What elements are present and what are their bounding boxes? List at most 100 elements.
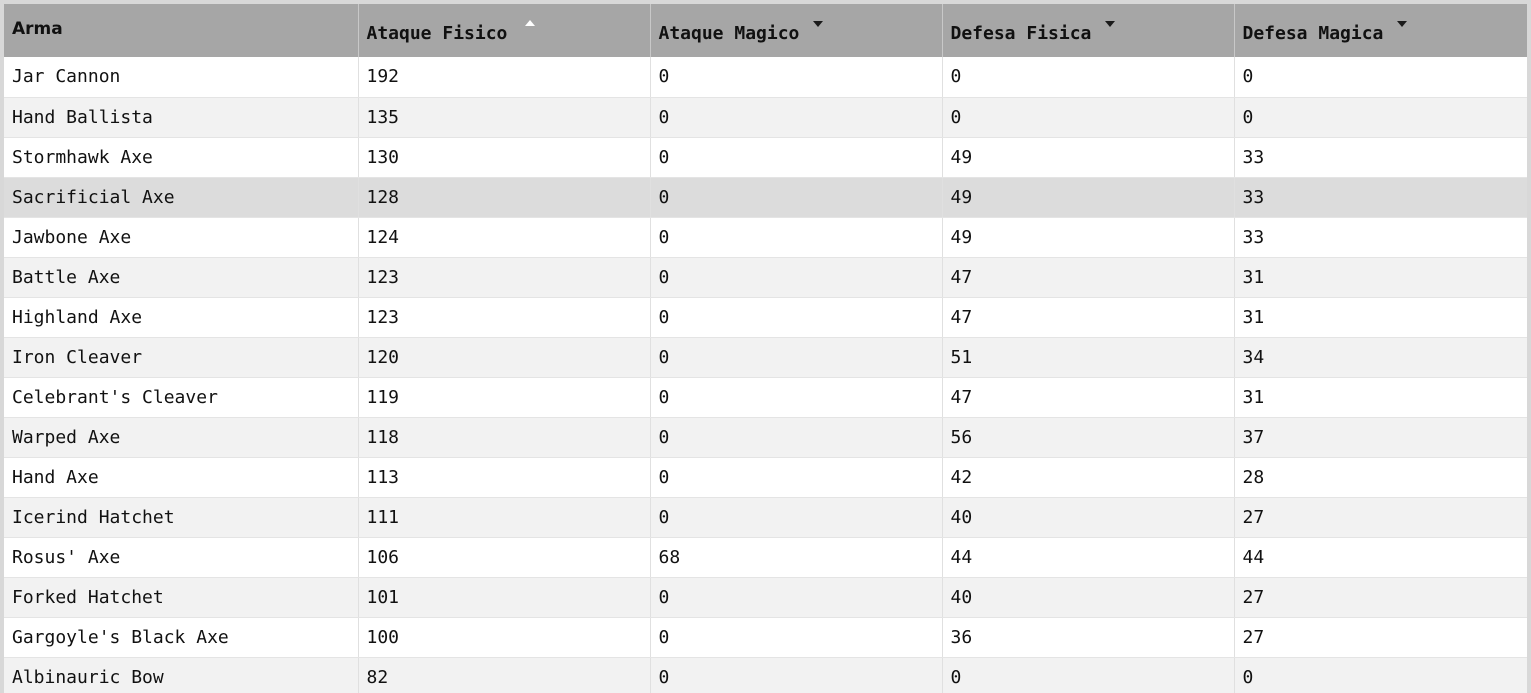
cell-arma: Warped Axe (4, 417, 359, 458)
cell-defesa-fisica: 49 (942, 217, 1235, 258)
table-row[interactable]: Hand Axe 113 0 42 28 (4, 457, 1527, 498)
cell-defesa-magica: 31 (1234, 257, 1527, 298)
cell-ataque-magico: 0 (650, 297, 943, 338)
cell-arma: Hand Axe (4, 457, 359, 498)
cell-defesa-fisica: 0 (942, 97, 1235, 138)
cell-arma: Sacrificial Axe (4, 177, 359, 218)
cell-ataque-fisico: 82 (358, 657, 651, 693)
cell-defesa-fisica: 40 (942, 577, 1235, 618)
cell-ataque-fisico: 123 (358, 297, 651, 338)
column-header-defesa-magica[interactable]: Defesa Magica (1234, 4, 1527, 57)
table-row[interactable]: Warped Axe 118 0 56 37 (4, 417, 1527, 458)
cell-ataque-fisico: 120 (358, 337, 651, 378)
cell-ataque-magico: 0 (650, 217, 943, 258)
table-row[interactable]: Highland Axe 123 0 47 31 (4, 297, 1527, 338)
table-row[interactable]: Stormhawk Axe 130 0 49 33 (4, 137, 1527, 178)
cell-defesa-magica: 44 (1234, 537, 1527, 578)
cell-ataque-magico: 0 (650, 377, 943, 418)
column-header-label: Ataque Fisico (366, 23, 508, 44)
sort-descending-icon[interactable] (1397, 21, 1408, 27)
column-header-label: Defesa Fisica (950, 23, 1092, 44)
cell-arma: Jawbone Axe (4, 217, 359, 258)
cell-defesa-fisica: 36 (942, 617, 1235, 658)
cell-arma: Battle Axe (4, 257, 359, 298)
cell-defesa-magica: 33 (1234, 217, 1527, 258)
cell-ataque-fisico: 135 (358, 97, 651, 138)
sort-descending-icon[interactable] (813, 21, 824, 27)
cell-ataque-fisico: 119 (358, 377, 651, 418)
cell-arma: Gargoyle's Black Axe (4, 617, 359, 658)
cell-defesa-fisica: 0 (942, 57, 1235, 98)
cell-ataque-magico: 0 (650, 457, 943, 498)
table-header-row: Arma Ataque Fisico Ataque Magico Defesa … (4, 4, 1527, 57)
cell-ataque-magico: 0 (650, 337, 943, 378)
cell-defesa-magica: 31 (1234, 297, 1527, 338)
cell-defesa-fisica: 47 (942, 297, 1235, 338)
column-header-label: Arma (12, 19, 63, 39)
table-row[interactable]: Icerind Hatchet 111 0 40 27 (4, 497, 1527, 538)
cell-arma: Hand Ballista (4, 97, 359, 138)
cell-defesa-fisica: 49 (942, 137, 1235, 178)
weapons-table-container: Arma Ataque Fisico Ataque Magico Defesa … (4, 4, 1527, 693)
table-row[interactable]: Jawbone Axe 124 0 49 33 (4, 217, 1527, 258)
cell-ataque-fisico: 100 (358, 617, 651, 658)
cell-defesa-fisica: 47 (942, 257, 1235, 298)
cell-ataque-magico: 0 (650, 97, 943, 138)
cell-ataque-magico: 0 (650, 177, 943, 218)
cell-ataque-magico: 0 (650, 497, 943, 538)
cell-arma: Albinauric Bow (4, 657, 359, 693)
table-row[interactable]: Battle Axe 123 0 47 31 (4, 257, 1527, 298)
column-header-arma[interactable]: Arma (4, 4, 359, 57)
column-header-ataque-magico[interactable]: Ataque Magico (650, 4, 943, 57)
cell-arma: Icerind Hatchet (4, 497, 359, 538)
cell-defesa-magica: 37 (1234, 417, 1527, 458)
sort-descending-icon[interactable] (1105, 21, 1116, 27)
table-body: Jar Cannon 192 0 0 0 Hand Ballista 135 0 0 0 Storm… (4, 57, 1527, 693)
cell-ataque-magico: 0 (650, 417, 943, 458)
cell-ataque-magico: 0 (650, 57, 943, 98)
cell-defesa-magica: 27 (1234, 617, 1527, 658)
cell-defesa-fisica: 0 (942, 657, 1235, 693)
column-header-ataque-fisico[interactable]: Ataque Fisico (358, 4, 651, 57)
cell-defesa-magica: 0 (1234, 97, 1527, 138)
cell-ataque-fisico: 101 (358, 577, 651, 618)
cell-defesa-magica: 33 (1234, 177, 1527, 218)
cell-arma: Celebrant's Cleaver (4, 377, 359, 418)
table-row[interactable]: Iron Cleaver 120 0 51 34 (4, 337, 1527, 378)
cell-arma: Iron Cleaver (4, 337, 359, 378)
table-row[interactable]: Rosus' Axe 106 68 44 44 (4, 537, 1527, 578)
cell-defesa-fisica: 51 (942, 337, 1235, 378)
cell-ataque-fisico: 106 (358, 537, 651, 578)
sort-ascending-icon[interactable] (525, 20, 536, 26)
table-row[interactable]: Celebrant's Cleaver 119 0 47 31 (4, 377, 1527, 418)
cell-ataque-fisico: 124 (358, 217, 651, 258)
cell-defesa-magica: 27 (1234, 497, 1527, 538)
table-row[interactable]: Forked Hatchet 101 0 40 27 (4, 577, 1527, 618)
table-row[interactable]: Albinauric Bow 82 0 0 0 (4, 657, 1527, 693)
cell-ataque-magico: 0 (650, 577, 943, 618)
cell-arma: Rosus' Axe (4, 537, 359, 578)
table-row[interactable]: Jar Cannon 192 0 0 0 (4, 57, 1527, 98)
cell-ataque-fisico: 128 (358, 177, 651, 218)
cell-defesa-fisica: 40 (942, 497, 1235, 538)
cell-ataque-fisico: 118 (358, 417, 651, 458)
cell-ataque-fisico: 123 (358, 257, 651, 298)
cell-ataque-magico: 0 (650, 137, 943, 178)
column-header-label: Defesa Magica (1242, 23, 1384, 44)
cell-ataque-fisico: 113 (358, 457, 651, 498)
cell-ataque-magico: 0 (650, 257, 943, 298)
cell-defesa-fisica: 49 (942, 177, 1235, 218)
cell-defesa-magica: 0 (1234, 57, 1527, 98)
cell-ataque-magico: 0 (650, 617, 943, 658)
table-row[interactable]: Gargoyle's Black Axe 100 0 36 27 (4, 617, 1527, 658)
cell-arma: Forked Hatchet (4, 577, 359, 618)
cell-defesa-magica: 27 (1234, 577, 1527, 618)
column-header-defesa-fisica[interactable]: Defesa Fisica (942, 4, 1235, 57)
cell-arma: Stormhawk Axe (4, 137, 359, 178)
weapons-table: Arma Ataque Fisico Ataque Magico Defesa … (4, 4, 1527, 693)
cell-arma: Jar Cannon (4, 57, 359, 98)
cell-defesa-fisica: 44 (942, 537, 1235, 578)
table-row[interactable]: Hand Ballista 135 0 0 0 (4, 97, 1527, 138)
table-row[interactable]: Sacrificial Axe 128 0 49 33 (4, 177, 1527, 218)
app-frame: Arma Ataque Fisico Ataque Magico Defesa … (0, 0, 1531, 693)
